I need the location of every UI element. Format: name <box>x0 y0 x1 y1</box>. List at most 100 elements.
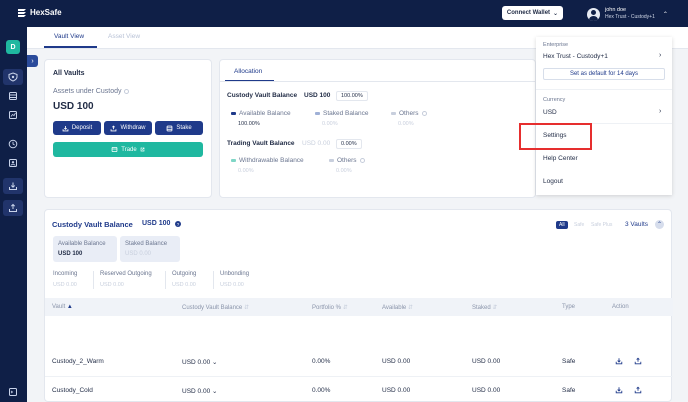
legend-swatch <box>231 112 236 115</box>
set-default-button[interactable]: Set as default for 14 days <box>543 68 665 80</box>
trading-vault-balance-amount: USD 0.00 <box>302 140 331 147</box>
upload-icon <box>111 124 117 131</box>
withdraw-action-button[interactable] <box>632 384 644 396</box>
vault-name: Custody_2_Warm <box>52 358 104 365</box>
upload-icon <box>634 386 642 394</box>
sidebar-item-reports[interactable] <box>7 109 19 121</box>
deposit-action-button[interactable] <box>613 384 625 396</box>
trading-pct-pill: 0.00% <box>336 139 362 149</box>
legend-value: 0.00% <box>238 168 254 174</box>
chevron-right-icon[interactable]: › <box>659 108 661 115</box>
legend-label: Withdrawable Balance <box>239 157 304 164</box>
help-icon[interactable]: ? <box>175 221 181 227</box>
allocation-card: Allocation Custody Vault Balance USD 100… <box>219 59 537 198</box>
currency-selector[interactable]: USD <box>543 109 557 116</box>
filter-safe[interactable]: Safe <box>571 221 587 229</box>
assets-label-text: Assets under Custody <box>53 88 122 95</box>
trade-button[interactable]: Trade <box>53 142 203 157</box>
sort-icon: ⇵ <box>492 305 498 311</box>
withdraw-action-button[interactable] <box>632 355 644 367</box>
withdraw-button[interactable]: Withdraw <box>104 121 152 135</box>
hexsafe-logo-icon <box>18 9 26 17</box>
column-header-vault[interactable]: Vault ▲ <box>52 304 73 310</box>
sidebar-item-history[interactable] <box>7 138 19 150</box>
user-menu-toggle[interactable]: john doe Hex Trust - Custody+1 ⌃ <box>587 5 668 23</box>
legend-value: 0.00% <box>322 121 338 127</box>
upload-tray-icon <box>9 203 17 212</box>
tab-vault-view[interactable]: Vault View <box>54 33 84 40</box>
sidebar-item-deposit[interactable] <box>3 178 23 194</box>
sidebar-item-address-book[interactable] <box>7 157 19 169</box>
upload-icon <box>634 357 642 365</box>
sort-icon: ⇵ <box>243 305 249 311</box>
chevron-right-icon: › <box>31 57 34 65</box>
user-org: Hex Trust - Custody+1 <box>605 14 655 20</box>
custody-pct-pill: 100.00% <box>336 91 368 101</box>
sidebar-item-withdraw[interactable] <box>3 200 23 216</box>
filter-safe-plus[interactable]: Safe Plus <box>588 221 615 229</box>
sidebar-item-vaults[interactable] <box>3 69 23 85</box>
stake-button[interactable]: Stake <box>155 121 203 135</box>
custody-vault-card: Custody Vault Balance USD 100 ? All Safe… <box>44 209 673 402</box>
info-icon[interactable] <box>124 89 130 94</box>
legend-value: 0.00% <box>398 121 414 127</box>
info-icon[interactable] <box>359 158 365 163</box>
custody-vault-title: Custody Vault Balance <box>52 220 133 229</box>
stat-unbonding-label: Unbonding <box>220 271 250 277</box>
deposit-label: Deposit <box>71 125 93 131</box>
avatar <box>587 7 600 21</box>
tab-allocation[interactable]: Allocation <box>234 68 262 75</box>
info-icon[interactable] <box>421 111 427 116</box>
collapse-button[interactable]: ⌃ <box>655 220 664 229</box>
menu-item-logout[interactable]: Logout <box>543 178 563 185</box>
connect-wallet-button[interactable]: Connect Wallet ⌄ <box>502 6 563 20</box>
column-header-type: Type <box>562 304 576 310</box>
divider <box>220 81 537 82</box>
available-value: USD 0.00 <box>382 387 411 394</box>
vault-count: 3 Vaults <box>625 221 649 228</box>
column-header-staked[interactable]: Staked ⇵ <box>472 304 497 311</box>
table-row[interactable]: Custody_Cold USD 0.00 ⌄ 0.00% USD 0.00 U… <box>45 376 673 402</box>
sidebar-expand-button[interactable]: › <box>27 55 38 67</box>
sidebar-badge[interactable]: D <box>6 40 20 54</box>
chevron-right-icon[interactable]: › <box>659 52 661 59</box>
column-header-available[interactable]: Available ⇵ <box>382 304 413 311</box>
column-header-balance[interactable]: Custody Vault Balance ⇵ <box>182 304 249 311</box>
deposit-action-button[interactable] <box>613 355 625 367</box>
stat-incoming-label: Incoming <box>53 271 78 277</box>
download-tray-icon <box>9 182 17 190</box>
legend-staked-balance: Staked Balance <box>315 110 369 117</box>
app-logo[interactable]: HexSafe <box>17 8 62 17</box>
vault-balance-dropdown[interactable]: USD 0.00 ⌄ <box>182 358 217 366</box>
divider <box>213 271 214 289</box>
active-tab-indicator <box>44 46 97 48</box>
sidebar-item-terminal[interactable] <box>7 386 19 398</box>
staked-value: USD 0.00 <box>472 387 501 394</box>
column-label: Portfolio % <box>312 305 342 311</box>
table-header: Vault ▲ Custody Vault Balance ⇵ Portfoli… <box>45 298 673 316</box>
vault-balance-dropdown[interactable]: USD 0.00 ⌄ <box>182 387 217 395</box>
portfolio-pct: 0.00% <box>312 358 331 365</box>
legend-others: Others <box>391 110 427 117</box>
enterprise-selector[interactable]: Hex Trust - Custody+1 <box>543 53 608 60</box>
shield-icon <box>8 72 18 82</box>
filter-all[interactable]: All <box>556 221 568 229</box>
divider <box>165 271 166 289</box>
user-dropdown-menu: Enterprise Hex Trust - Custody+1 › Set a… <box>536 37 672 195</box>
all-vaults-title: All Vaults <box>53 70 85 77</box>
menu-item-help-center[interactable]: Help Center <box>543 155 578 162</box>
custody-vault-amount: USD 100 <box>142 220 171 227</box>
table-row[interactable]: Custody_2_Warm USD 0.00 ⌄ 0.00% USD 0.00… <box>45 347 673 377</box>
sidebar-item-database[interactable] <box>7 90 19 102</box>
tab-asset-view[interactable]: Asset View <box>108 33 140 40</box>
stack-icon <box>166 125 173 131</box>
staked-value: USD 0.00 <box>472 358 501 365</box>
deposit-button[interactable]: Deposit <box>53 121 101 135</box>
vault-type: Safe <box>562 387 576 394</box>
sort-up-icon: ▲ <box>66 304 73 310</box>
top-bar: HexSafe Connect Wallet ⌄ john doe Hex Tr… <box>0 0 688 27</box>
staked-balance-value: USD 0.00 <box>125 251 152 257</box>
chevron-up-icon: ⌃ <box>656 222 663 228</box>
column-header-portfolio[interactable]: Portfolio % ⇵ <box>312 304 348 311</box>
legend-swatch <box>231 159 236 162</box>
